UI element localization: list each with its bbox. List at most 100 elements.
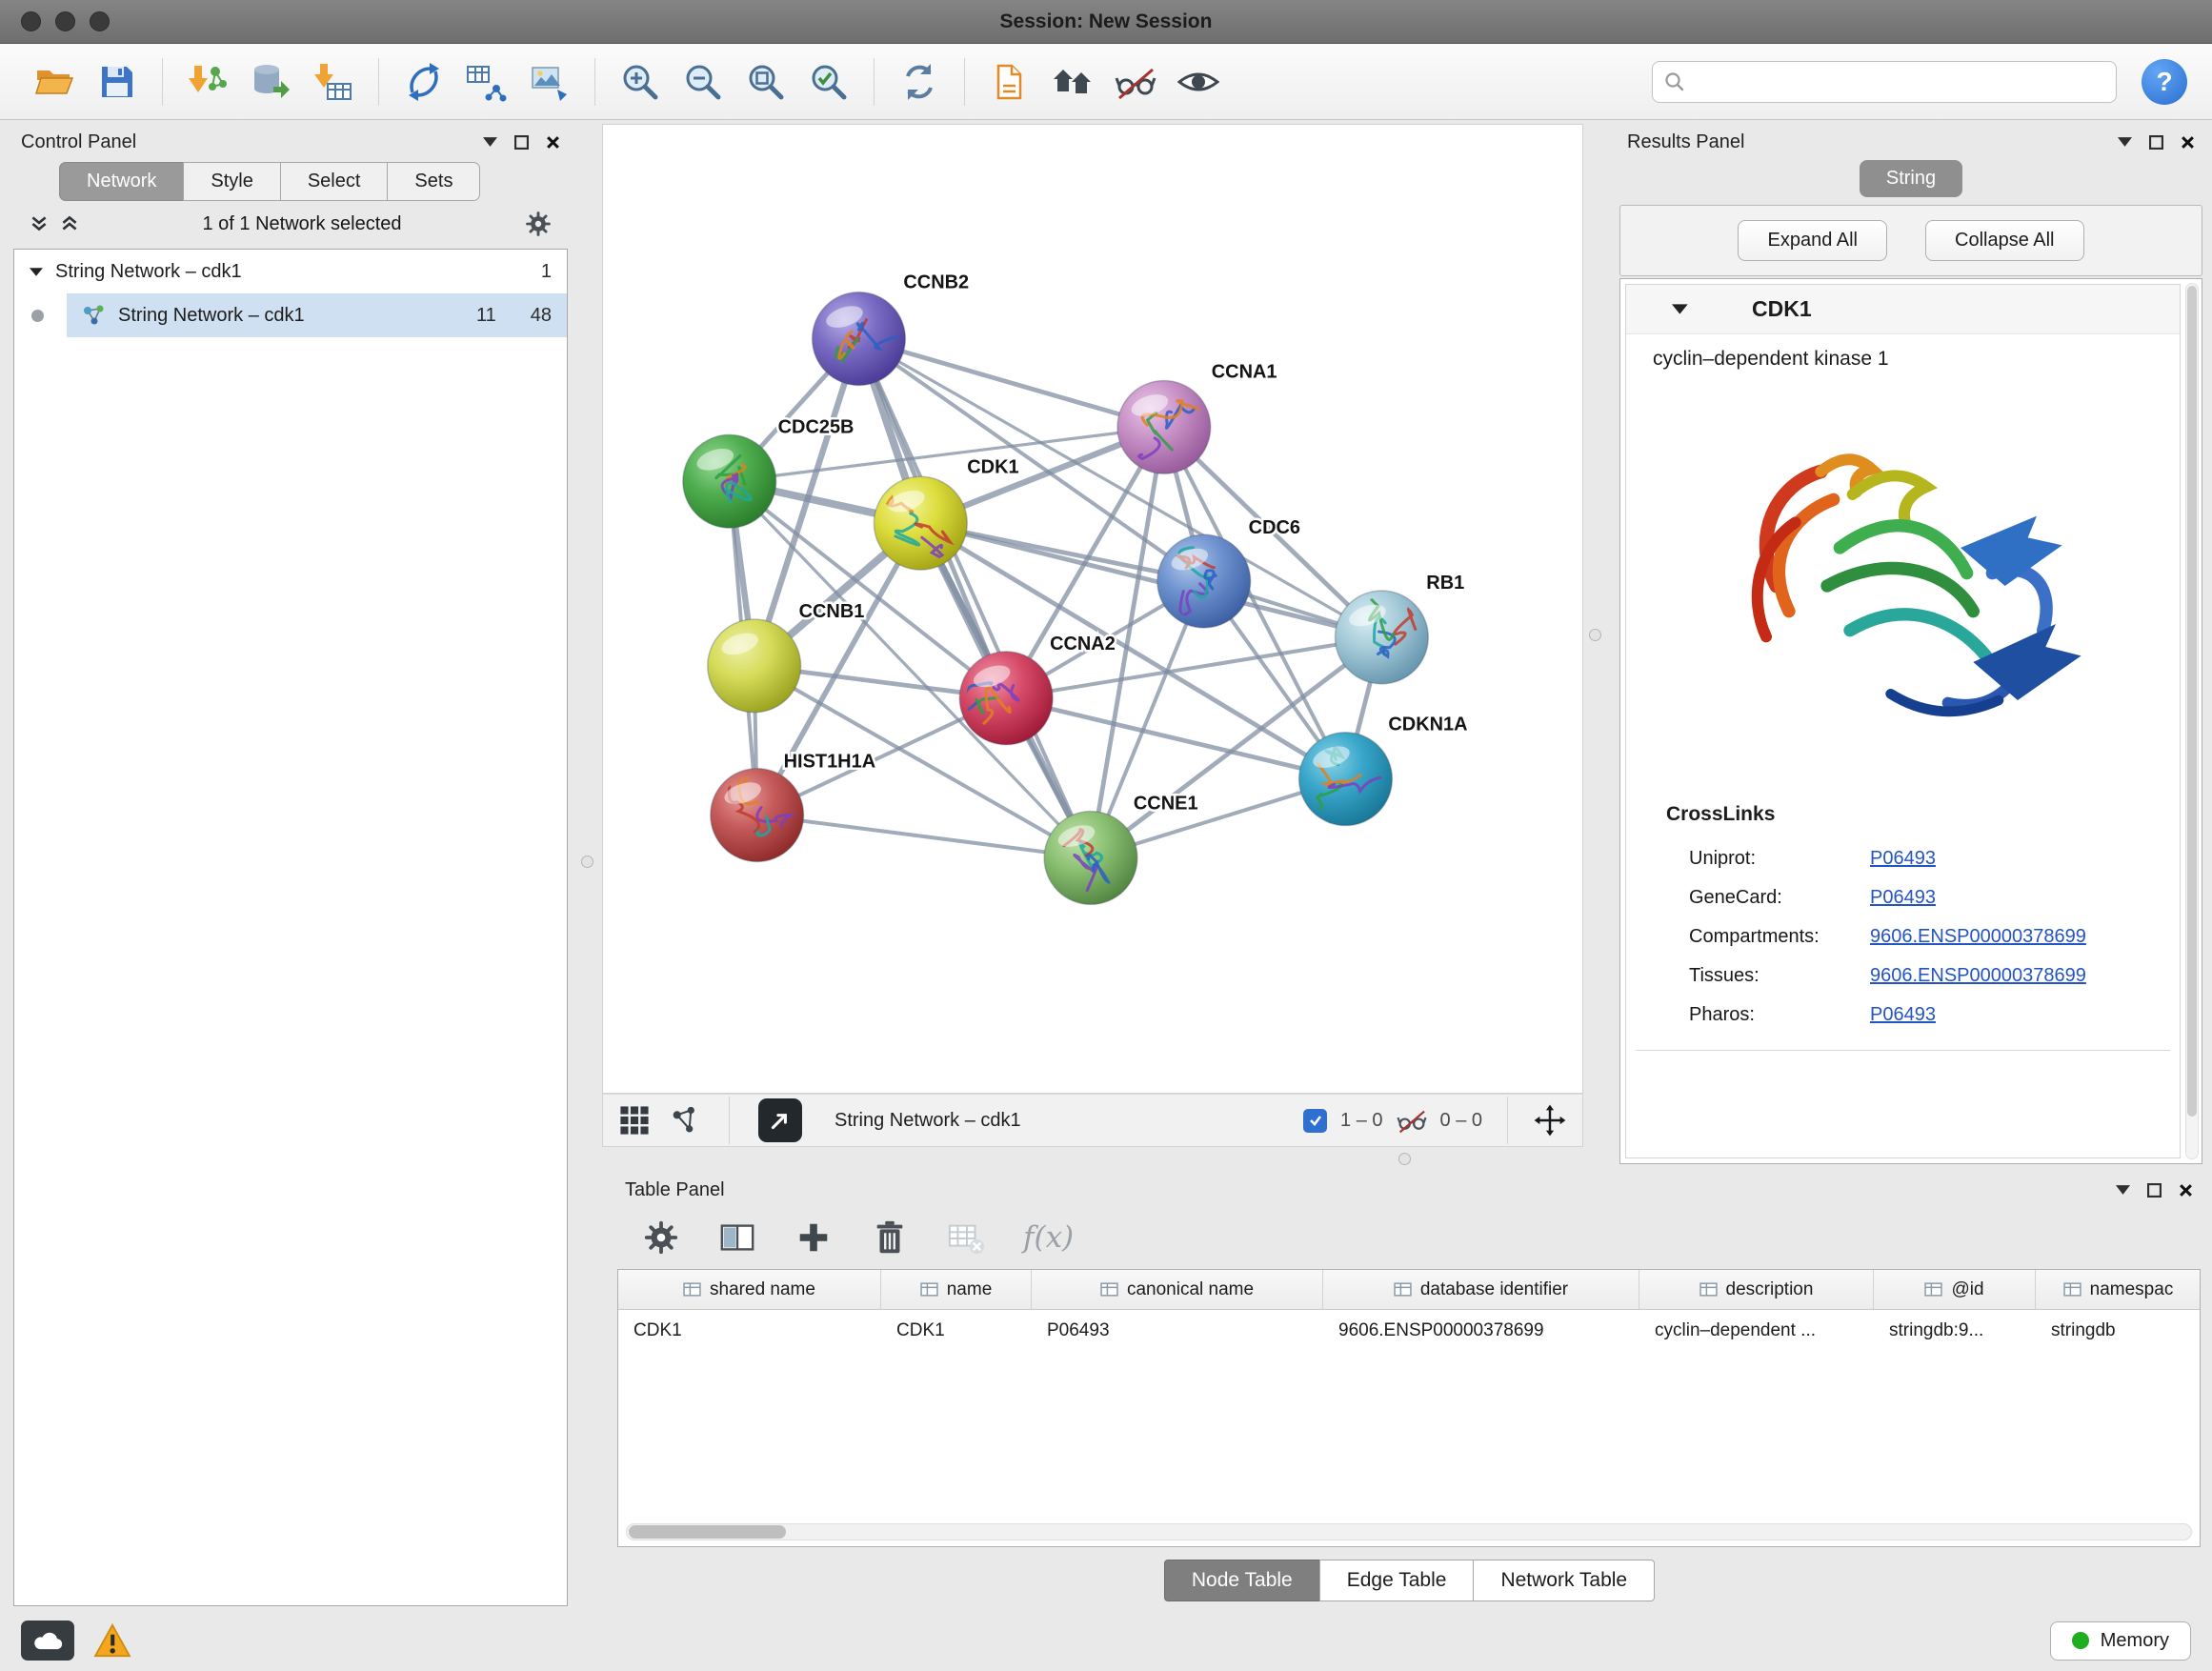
open-in-new-window-button[interactable] — [758, 1098, 802, 1142]
float-panel-icon[interactable] — [2118, 137, 2132, 147]
column-header-shared-name[interactable]: shared name — [618, 1270, 881, 1309]
zoom-fit-icon[interactable] — [736, 52, 795, 111]
network-node-CCNE1[interactable] — [1044, 812, 1137, 905]
table-gear-icon[interactable] — [642, 1218, 680, 1257]
import-table-icon[interactable] — [304, 52, 363, 111]
pan-crosshair-icon[interactable] — [1533, 1103, 1567, 1137]
column-header-name[interactable]: name — [881, 1270, 1032, 1309]
table-cell[interactable]: cyclin–dependent ... — [1639, 1310, 1874, 1341]
table-cell[interactable]: P06493 — [1032, 1310, 1323, 1341]
share-network-icon[interactable] — [668, 1104, 700, 1137]
close-panel-icon[interactable] — [2179, 1183, 2193, 1198]
expand-all-icon[interactable] — [59, 213, 80, 234]
search-input[interactable] — [1695, 70, 2104, 92]
crosslink-link[interactable]: P06493 — [1870, 848, 1936, 870]
cloud-button[interactable] — [21, 1621, 74, 1661]
function-builder-icon[interactable]: f(x) — [1023, 1220, 1074, 1255]
crosslink-link[interactable]: 9606.ENSP00000378699 — [1870, 965, 2086, 987]
disclosure-triangle-icon[interactable] — [1672, 303, 1689, 315]
maximize-window-button[interactable] — [90, 11, 110, 31]
network-node-CDK1[interactable] — [874, 476, 967, 570]
eye-icon[interactable] — [1169, 52, 1228, 111]
table-cell[interactable]: stringdb — [2036, 1310, 2201, 1341]
network-graph[interactable]: CCNB2CCNA1CDC25BCDK1CDC6RB1CCNB1CCNA2CDK… — [603, 125, 1582, 1093]
tab-style[interactable]: Style — [183, 162, 280, 201]
table-cell[interactable]: CDK1 — [618, 1310, 881, 1341]
splitter-handle[interactable] — [1589, 629, 1601, 641]
table-row[interactable]: CDK1CDK1P064939606.ENSP00000378699cyclin… — [618, 1310, 2200, 1341]
network-view-canvas[interactable]: CCNB2CCNA1CDC25BCDK1CDC6RB1CCNB1CCNA2CDK… — [602, 124, 1583, 1094]
network-image-export-icon[interactable] — [520, 52, 579, 111]
maximize-panel-icon[interactable] — [2149, 135, 2163, 150]
birds-eye-grid-icon[interactable] — [618, 1104, 651, 1137]
column-header-description[interactable]: description — [1639, 1270, 1874, 1309]
zoom-in-icon[interactable] — [611, 52, 670, 111]
tab-select[interactable]: Select — [280, 162, 389, 201]
tab-network[interactable]: Network — [59, 162, 184, 201]
document-copy-icon[interactable] — [980, 52, 1039, 111]
network-from-table-icon[interactable] — [457, 52, 516, 111]
crosslink-link[interactable]: P06493 — [1870, 1004, 1936, 1026]
table-tab-node-table[interactable]: Node Table — [1164, 1560, 1320, 1601]
table-cell[interactable]: stringdb:9... — [1874, 1310, 2036, 1341]
collapse-all-icon[interactable] — [29, 213, 50, 234]
close-window-button[interactable] — [21, 11, 41, 31]
close-panel-icon[interactable] — [546, 135, 560, 150]
disclosure-triangle-icon[interactable] — [30, 267, 44, 277]
save-session-icon[interactable] — [88, 52, 147, 111]
maximize-panel-icon[interactable] — [2147, 1183, 2162, 1198]
crosslink-link[interactable]: P06493 — [1870, 887, 1936, 909]
results-scrollbar[interactable] — [2185, 283, 2199, 1159]
expand-all-button[interactable]: Expand All — [1738, 220, 1887, 261]
minimize-window-button[interactable] — [55, 11, 75, 31]
protein-section-header[interactable]: CDK1 — [1626, 285, 2180, 334]
maximize-panel-icon[interactable] — [514, 135, 529, 150]
network-node-CCNB1[interactable] — [708, 619, 801, 713]
tab-sets[interactable]: Sets — [387, 162, 480, 201]
search-field[interactable] — [1652, 61, 2117, 103]
network-node-CCNA2[interactable] — [959, 652, 1053, 745]
warning-icon[interactable] — [93, 1623, 131, 1658]
column-header-canonical-name[interactable]: canonical name — [1032, 1270, 1323, 1309]
delete-icon[interactable] — [871, 1218, 909, 1257]
float-panel-icon[interactable] — [483, 137, 497, 147]
column-header-@id[interactable]: @id — [1874, 1270, 2036, 1309]
network-node-CCNB2[interactable] — [813, 292, 906, 386]
table-tab-edge-table[interactable]: Edge Table — [1319, 1560, 1475, 1601]
crosslink-link[interactable]: 9606.ENSP00000378699 — [1870, 926, 2086, 948]
selected-network-row[interactable]: String Network – cdk1 11 48 — [67, 293, 567, 337]
new-network-icon[interactable] — [394, 52, 453, 111]
zoom-out-icon[interactable] — [674, 52, 733, 111]
zoom-selected-icon[interactable] — [799, 52, 858, 111]
hide-glasses-icon[interactable] — [1106, 52, 1165, 111]
close-panel-icon[interactable] — [2181, 135, 2195, 150]
network-node-RB1[interactable] — [1335, 591, 1428, 684]
splitter-handle[interactable] — [1398, 1153, 1411, 1165]
table-horizontal-scrollbar[interactable] — [626, 1523, 2192, 1540]
column-header-database-identifier[interactable]: database identifier — [1323, 1270, 1639, 1309]
network-node-CCNA1[interactable] — [1117, 380, 1211, 473]
collapse-all-button[interactable]: Collapse All — [1925, 220, 2084, 261]
network-node-HIST1H1A[interactable] — [711, 769, 804, 862]
table-cell[interactable]: 9606.ENSP00000378699 — [1323, 1310, 1639, 1341]
network-node-CDKN1A[interactable] — [1297, 733, 1393, 826]
tab-string[interactable]: String — [1860, 160, 1962, 197]
hidden-glasses-icon[interactable] — [1397, 1105, 1427, 1136]
memory-button[interactable]: Memory — [2050, 1621, 2191, 1661]
float-panel-icon[interactable] — [2116, 1185, 2130, 1195]
import-network-database-icon[interactable] — [241, 52, 300, 111]
add-row-icon[interactable] — [794, 1218, 833, 1257]
network-row[interactable]: String Network – cdk1 11 48 — [14, 293, 567, 337]
import-network-file-icon[interactable] — [178, 52, 237, 111]
home-icon[interactable] — [1043, 52, 1102, 111]
selected-nodes-checkbox-icon[interactable] — [1303, 1109, 1327, 1133]
gear-icon[interactable] — [524, 210, 553, 238]
table-tab-network-table[interactable]: Network Table — [1473, 1560, 1655, 1601]
table-cell[interactable]: CDK1 — [881, 1310, 1032, 1341]
splitter-handle[interactable] — [581, 856, 593, 868]
network-collection-row[interactable]: String Network – cdk1 1 — [14, 250, 567, 293]
help-button[interactable]: ? — [2142, 59, 2187, 105]
network-node-CDC6[interactable] — [1157, 534, 1251, 628]
results-scrollbar-thumb[interactable] — [2187, 286, 2197, 1117]
refresh-icon[interactable] — [890, 52, 949, 111]
